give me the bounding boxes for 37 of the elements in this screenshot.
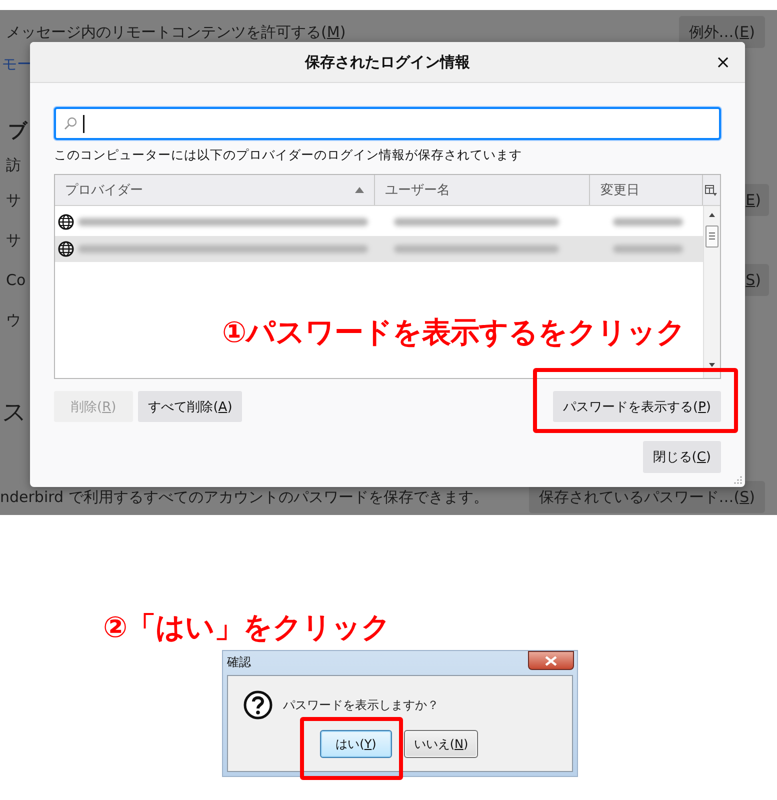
globe-icon <box>58 214 74 230</box>
confirm-message: パスワードを表示しますか？ <box>283 696 439 714</box>
dialog-title: 確認 <box>227 654 251 670</box>
setting-label: ウ <box>6 310 21 330</box>
globe-icon <box>58 241 74 257</box>
close-dialog-button[interactable]: 閉じる(C) <box>642 441 721 473</box>
column-header[interactable]: ユーザー名 <box>375 175 590 205</box>
scrollbar[interactable] <box>703 206 720 378</box>
instruction-text: ①パスワードを表示するをクリック <box>222 314 686 351</box>
close-icon <box>545 656 557 666</box>
setting-label: 訪 <box>6 156 21 174</box>
no-button[interactable]: いいえ(N) <box>404 730 478 758</box>
setting-label: メッセージ内のリモートコンテンツを許可する(M) <box>6 22 346 42</box>
question-icon <box>243 690 273 720</box>
text-cursor <box>83 114 85 132</box>
description-text: このコンピューターには以下のプロバイダーのログイン情報が保存されています <box>54 147 523 164</box>
blurred-text <box>613 218 683 226</box>
search-field[interactable] <box>54 107 721 140</box>
setting-label: Co <box>6 271 26 289</box>
column-header[interactable]: プロバイダー <box>55 175 375 205</box>
show-passwords-button[interactable]: パスワードを表示する(P) <box>553 391 721 422</box>
close-button[interactable] <box>528 651 574 670</box>
remove-button[interactable]: すべて削除(A) <box>138 391 242 422</box>
blurred-text <box>613 245 683 253</box>
setting-label: サ <box>6 190 21 210</box>
column-header[interactable]: 変更日 <box>590 175 704 205</box>
setting-description: nderbird で利用するすべてのアカウントのパスワードを保存できます。 <box>0 488 488 506</box>
setting-label: サ <box>6 230 21 250</box>
column-picker-icon[interactable] <box>705 184 718 196</box>
close-button[interactable]: × <box>711 50 735 74</box>
dialog-title: 保存されたログイン情報 <box>305 52 470 72</box>
yes-button[interactable]: はい(Y) <box>320 730 392 758</box>
instruction-text: ②「はい」をクリック <box>103 609 391 646</box>
section-heading: ブ <box>8 119 27 144</box>
search-icon <box>64 117 77 130</box>
resize-grip-icon[interactable] <box>734 476 742 484</box>
section-heading: ス <box>2 397 27 428</box>
